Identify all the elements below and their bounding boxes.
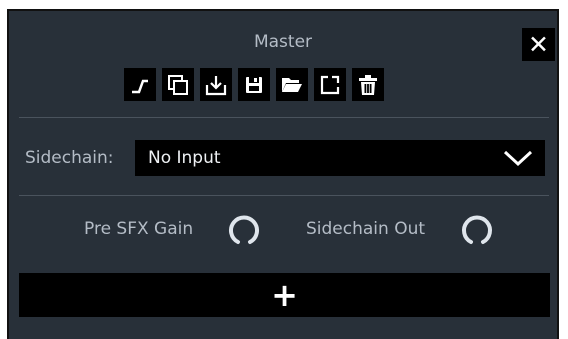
sidechain-out-label: Sidechain Out bbox=[306, 219, 426, 239]
duplicate-button[interactable] bbox=[162, 68, 194, 101]
master-panel: Master ✕ Sidechain: No Input Pre SFX Gai… bbox=[7, 9, 559, 339]
divider bbox=[19, 195, 549, 196]
add-effect-button[interactable]: + bbox=[19, 273, 550, 317]
pop-out-icon bbox=[320, 75, 340, 94]
pre-sfx-gain-knob[interactable] bbox=[224, 211, 264, 247]
delete-icon bbox=[359, 74, 377, 95]
chevron-down-icon bbox=[503, 150, 533, 167]
import-icon bbox=[205, 75, 227, 95]
bypass-button[interactable] bbox=[124, 68, 156, 101]
pop-out-button[interactable] bbox=[314, 68, 346, 101]
open-folder-button[interactable] bbox=[276, 68, 308, 101]
sidechain-out-knob[interactable] bbox=[457, 211, 497, 247]
toolbar bbox=[124, 68, 384, 101]
sidechain-label: Sidechain: bbox=[25, 148, 114, 168]
save-button[interactable] bbox=[238, 68, 270, 101]
import-button[interactable] bbox=[200, 68, 232, 101]
sidechain-value: No Input bbox=[148, 148, 221, 168]
pre-sfx-gain-label: Pre SFX Gain bbox=[84, 219, 194, 239]
duplicate-icon bbox=[168, 74, 188, 95]
bypass-icon bbox=[132, 79, 148, 93]
save-icon bbox=[246, 76, 262, 93]
divider bbox=[19, 117, 549, 118]
close-button[interactable]: ✕ bbox=[522, 28, 555, 61]
delete-button[interactable] bbox=[352, 68, 384, 101]
open-folder-icon bbox=[282, 77, 302, 92]
sidechain-select[interactable]: No Input bbox=[135, 140, 545, 176]
panel-title: Master bbox=[253, 32, 313, 52]
